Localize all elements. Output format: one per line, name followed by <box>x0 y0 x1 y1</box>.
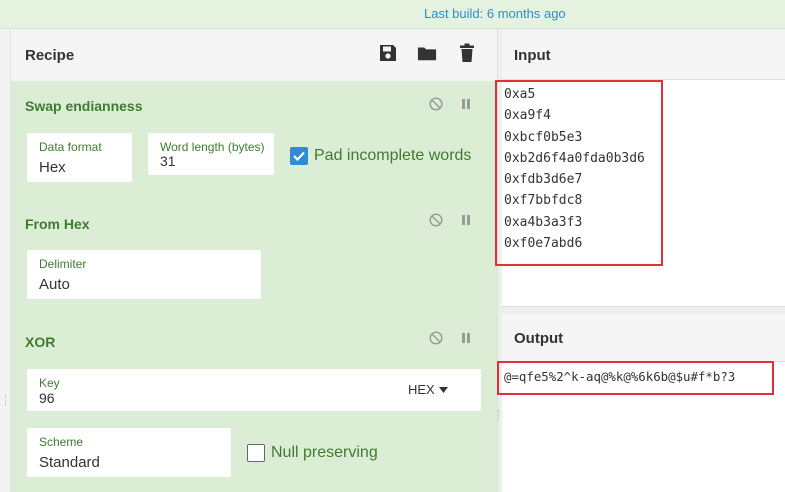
output-title: Output <box>514 330 564 347</box>
pause-icon[interactable] <box>459 213 473 227</box>
top-bar: Last build: 6 months ago <box>0 0 785 29</box>
resize-grip[interactable] <box>5 395 8 405</box>
output-header: Output <box>502 314 785 362</box>
scheme-select[interactable]: Scheme Standard <box>27 428 231 477</box>
folder-icon[interactable] <box>417 43 437 63</box>
checkbox-label: Null preserving <box>271 444 378 461</box>
output-highlight-box <box>497 361 774 395</box>
field-value: Standard <box>39 454 100 471</box>
categories-edge <box>0 29 11 492</box>
data-format-select[interactable]: Data format Hex <box>27 133 132 182</box>
save-icon[interactable] <box>378 43 398 63</box>
dropdown-value: HEX <box>408 382 435 397</box>
operation-title: Swap endianness <box>25 98 143 114</box>
disable-icon[interactable] <box>429 213 443 227</box>
null-preserving-checkbox[interactable]: Null preserving <box>247 444 378 462</box>
checkbox-unchecked-icon[interactable] <box>247 444 265 462</box>
input-title: Input <box>514 47 551 64</box>
checkbox-checked-icon[interactable] <box>290 147 308 165</box>
field-value: Auto <box>39 276 70 293</box>
input-header: Input <box>502 29 785 80</box>
field-label: Delimiter <box>39 257 87 271</box>
operation-swap-endianness[interactable]: Swap endianness Data format Hex Word len… <box>11 81 497 199</box>
field-label: Key <box>39 376 60 390</box>
pause-icon[interactable] <box>459 331 473 345</box>
recipe-title: Recipe <box>25 47 75 64</box>
pause-icon[interactable] <box>459 97 473 111</box>
key-format-dropdown[interactable]: HEX <box>408 382 448 397</box>
field-label: Data format <box>39 140 102 154</box>
pad-incomplete-words-checkbox[interactable]: Pad incomplete words <box>290 147 471 165</box>
field-value: Hex <box>39 159 66 176</box>
field-label: Word length (bytes) <box>160 140 265 154</box>
disable-icon[interactable] <box>429 97 443 111</box>
disable-icon[interactable] <box>429 331 443 345</box>
caret-down-icon <box>438 386 448 393</box>
operation-title: From Hex <box>25 216 90 232</box>
operation-xor[interactable]: XOR Key 96 HEX Scheme Standard Null pres… <box>11 316 497 492</box>
field-value: 96 <box>39 390 55 406</box>
operation-from-hex[interactable]: From Hex Delimiter Auto <box>11 198 497 317</box>
input-highlight-box <box>495 80 663 266</box>
trash-icon[interactable] <box>457 43 477 63</box>
checkbox-label: Pad incomplete words <box>314 147 472 164</box>
field-value: 31 <box>160 153 176 169</box>
key-input[interactable]: Key 96 HEX <box>27 369 481 411</box>
operation-title: XOR <box>25 334 56 350</box>
delimiter-select[interactable]: Delimiter Auto <box>27 250 261 299</box>
field-label: Scheme <box>39 435 84 449</box>
recipe-header: Recipe <box>11 29 497 82</box>
last-build-link[interactable]: Last build: 6 months ago <box>424 6 566 21</box>
resize-grip[interactable] <box>498 410 501 420</box>
word-length-input[interactable]: Word length (bytes) 31 <box>148 133 274 175</box>
